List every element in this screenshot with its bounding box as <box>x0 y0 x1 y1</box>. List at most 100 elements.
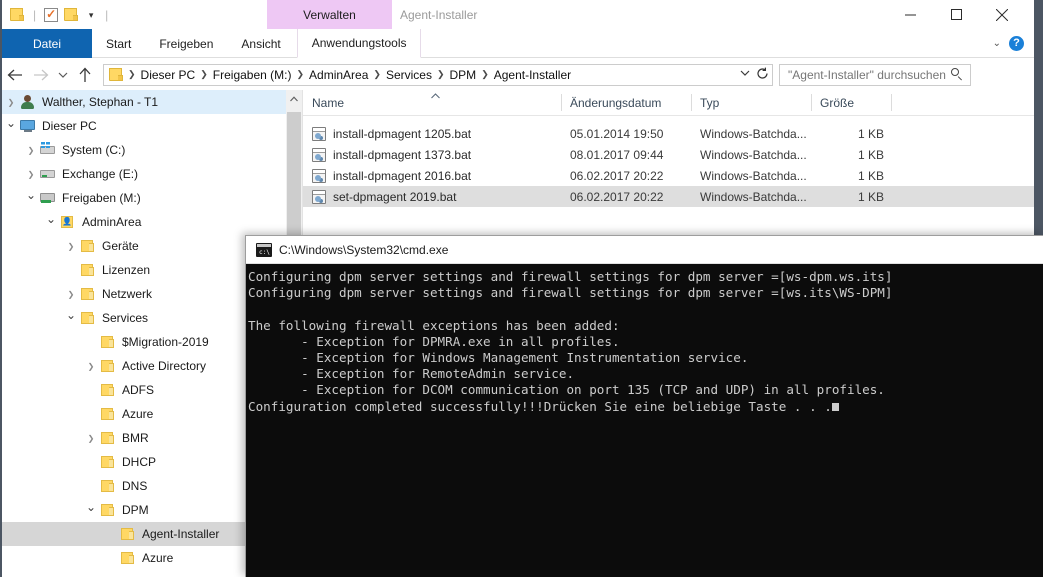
chevron-right-icon[interactable] <box>22 146 40 155</box>
new-folder-icon[interactable] <box>64 8 79 21</box>
tree-item-label: DPM <box>122 503 149 517</box>
search-box[interactable]: "Agent-Installer" durchsuchen <box>779 63 971 86</box>
chevron-down-icon[interactable] <box>42 215 60 229</box>
column-header-type[interactable]: Typ <box>691 90 811 115</box>
chevron-down-icon[interactable] <box>22 191 40 205</box>
tab-datei[interactable]: Datei <box>2 29 92 58</box>
drive-sys-icon <box>40 142 56 158</box>
column-header-size[interactable]: Größe <box>811 90 891 115</box>
folder-icon <box>100 430 116 446</box>
chevron-down-icon[interactable]: ⌄ <box>993 38 1001 49</box>
folder-icon[interactable] <box>10 8 25 21</box>
chevron-right-icon[interactable] <box>62 242 80 251</box>
back-button[interactable] <box>2 62 28 88</box>
breadcrumb-separator[interactable]: ❯ <box>127 69 137 80</box>
folder-icon <box>80 310 96 326</box>
file-name-cell: set-dpmagent 2019.bat <box>303 186 561 207</box>
breadcrumb-separator[interactable]: ❯ <box>199 69 209 80</box>
tree-item-adminarea[interactable]: AdminArea <box>2 210 302 234</box>
up-button[interactable] <box>72 62 98 88</box>
tree-item-label: ADFS <box>122 383 155 397</box>
tree-item-label: System (C:) <box>62 143 126 157</box>
tab-freigeben[interactable]: Freigeben <box>145 29 227 58</box>
breadcrumb: ❯ Dieser PC ❯ Freigaben (M:) ❯ AdminArea… <box>104 68 740 82</box>
tree-item-freigaben-m[interactable]: Freigaben (M:) <box>2 186 302 210</box>
ribbon-tab-bar: Datei Start Freigeben Ansicht Anwendungs… <box>2 29 1034 58</box>
chevron-right-icon[interactable] <box>82 434 100 443</box>
chevron-right-icon[interactable] <box>62 290 80 299</box>
file-name-cell: install-dpmagent 1205.bat <box>303 123 561 144</box>
folder-icon <box>100 478 116 494</box>
help-icon[interactable]: ? <box>1009 36 1024 51</box>
chevron-right-icon[interactable] <box>2 98 20 107</box>
tab-start-label: Start <box>106 36 132 51</box>
recent-locations-icon[interactable] <box>54 62 72 88</box>
chevron-down-icon[interactable] <box>62 311 80 325</box>
file-rows: install-dpmagent 1205.bat 05.01.2014 19:5… <box>303 116 1034 207</box>
console-line: - Exception for RemoteAdmin service. <box>248 366 575 382</box>
tree-item-label: Lizenzen <box>102 263 151 277</box>
forward-button <box>28 62 54 88</box>
tree-item-system-c[interactable]: System (C:) <box>2 138 302 162</box>
table-row[interactable]: install-dpmagent 1373.bat 08.01.2017 09:4… <box>303 144 1034 165</box>
breadcrumb-folder-icon[interactable] <box>109 68 124 81</box>
chevron-down-icon[interactable] <box>2 119 20 133</box>
breadcrumb-item-dpm[interactable]: DPM <box>446 68 481 82</box>
chevron-right-icon[interactable] <box>82 362 100 371</box>
chevron-down-icon[interactable] <box>740 69 750 80</box>
tree-item-dieser-pc[interactable]: Dieser PC <box>2 114 302 138</box>
refresh-icon[interactable] <box>756 67 769 83</box>
maximize-button[interactable] <box>933 0 979 29</box>
tree-item-label: Active Directory <box>122 359 207 373</box>
tree-item-label: Azure <box>142 551 174 565</box>
table-row[interactable]: install-dpmagent 1205.bat 05.01.2014 19:5… <box>303 123 1034 144</box>
address-bar[interactable]: ❯ Dieser PC ❯ Freigaben (M:) ❯ AdminArea… <box>103 63 773 86</box>
tree-item-label: Azure <box>122 407 154 421</box>
breadcrumb-item-adminarea[interactable]: AdminArea <box>305 68 372 82</box>
folder-icon <box>120 550 136 566</box>
file-date-cell: 06.02.2017 20:22 <box>570 189 664 204</box>
folder-icon <box>100 358 116 374</box>
properties-icon[interactable] <box>44 7 59 22</box>
breadcrumb-item-services[interactable]: Services <box>382 68 436 82</box>
tree-item-walther-stephan-t1[interactable]: Walther, Stephan - T1 <box>2 90 302 114</box>
file-type-cell: Windows-Batchda... <box>700 126 807 141</box>
console-line: - Exception for DCOM communication on po… <box>248 382 885 398</box>
search-input[interactable]: "Agent-Installer" durchsuchen <box>788 68 946 82</box>
minimize-button[interactable] <box>887 0 933 29</box>
file-size-cell: 1 KB <box>857 147 884 162</box>
breadcrumb-separator[interactable]: ❯ <box>436 69 446 80</box>
file-type-cell: Windows-Batchda... <box>700 168 807 183</box>
tree-item-label: Agent-Installer <box>142 527 220 541</box>
file-name-label: install-dpmagent 1205.bat <box>333 126 472 141</box>
tab-anwendungstools[interactable]: Anwendungstools <box>296 29 422 58</box>
console-output[interactable]: Configuring dpm server settings and fire… <box>246 264 1043 415</box>
close-button[interactable] <box>979 0 1025 29</box>
folder-icon <box>120 526 136 542</box>
command-prompt-window[interactable]: c:\ C:\Windows\System32\cmd.exe Configur… <box>245 235 1043 577</box>
tab-start[interactable]: Start <box>92 29 145 58</box>
breadcrumb-item-dieser-pc[interactable]: Dieser PC <box>137 68 200 82</box>
column-header-name[interactable]: Name <box>303 90 561 115</box>
breadcrumb-item-freigaben[interactable]: Freigaben (M:) <box>209 68 296 82</box>
tree-item-exchange-e[interactable]: Exchange (E:) <box>2 162 302 186</box>
breadcrumb-separator[interactable]: ❯ <box>372 69 382 80</box>
tab-datei-label: Datei <box>32 36 61 51</box>
chevron-down-icon[interactable] <box>82 503 100 517</box>
search-icon[interactable] <box>951 68 964 81</box>
chevron-right-icon[interactable] <box>22 170 40 179</box>
tree-item-label: Exchange (E:) <box>62 167 139 181</box>
table-row[interactable]: install-dpmagent 2016.bat 06.02.2017 20:2… <box>303 165 1034 186</box>
tab-ansicht[interactable]: Ansicht <box>227 29 294 58</box>
scroll-up-arrow-icon[interactable] <box>286 90 302 107</box>
quick-access-toolbar: | | <box>10 0 110 29</box>
tab-anwendungstools-label: Anwendungstools <box>311 36 407 50</box>
chevron-down-icon[interactable] <box>85 9 97 21</box>
breadcrumb-separator[interactable]: ❯ <box>295 69 305 80</box>
column-header-date[interactable]: Änderungsdatum <box>561 90 691 115</box>
tree-item-label: $Migration-2019 <box>122 335 209 349</box>
breadcrumb-separator[interactable]: ❯ <box>480 69 490 80</box>
breadcrumb-item-agent-installer[interactable]: Agent-Installer <box>490 68 575 82</box>
table-row[interactable]: set-dpmagent 2019.bat 06.02.2017 20:22 Win… <box>303 186 1034 207</box>
